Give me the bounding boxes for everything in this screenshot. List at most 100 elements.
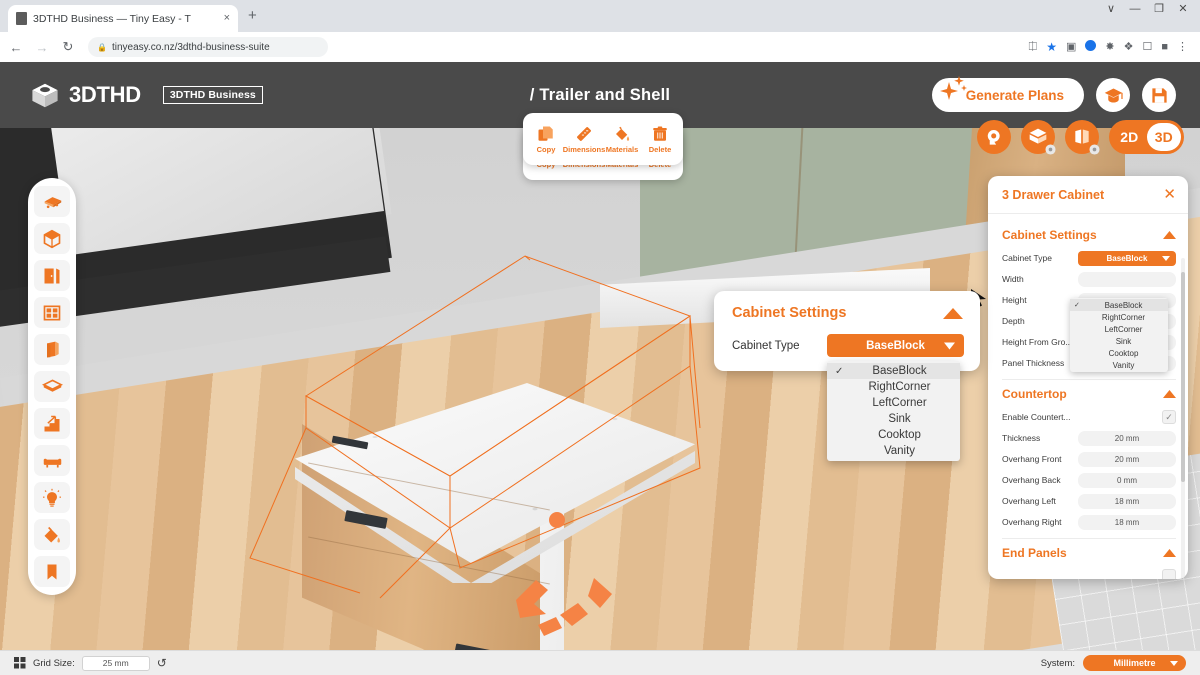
overhang-right-input[interactable]: 18 mm bbox=[1078, 514, 1176, 530]
panel-scrollbar[interactable] bbox=[1181, 258, 1185, 579]
triangle-up-icon[interactable] bbox=[1163, 231, 1176, 239]
field-end-panel-partial bbox=[1002, 566, 1176, 579]
cabinet-type-dropdown[interactable]: BaseBlock bbox=[1078, 250, 1176, 266]
field-label: Depth bbox=[1002, 316, 1025, 326]
sidebar-item-window[interactable] bbox=[34, 297, 70, 328]
sidebar-item-bookmark[interactable] bbox=[34, 556, 70, 587]
option-sink[interactable]: Sink bbox=[827, 411, 960, 427]
reload-button[interactable]: ↻ bbox=[60, 39, 76, 55]
field-thickness: Thickness 20 mm bbox=[1002, 428, 1176, 448]
panel-option-sink[interactable]: Sink bbox=[1070, 335, 1168, 347]
section-end-panels[interactable]: End Panels bbox=[1002, 546, 1176, 560]
browser-tab[interactable]: 3DTHD Business — Tiny Easy - T × bbox=[8, 5, 238, 32]
option-rightcorner[interactable]: RightCorner bbox=[827, 379, 960, 395]
sidebar-item-materials[interactable] bbox=[34, 519, 70, 550]
overhang-left-input[interactable]: 18 mm bbox=[1078, 493, 1176, 509]
sidepanel-icon[interactable]: ☐ bbox=[1142, 41, 1152, 53]
panel-option-vanity[interactable]: Vanity bbox=[1070, 359, 1168, 371]
bookmark-star-icon[interactable]: ★ bbox=[1046, 41, 1057, 53]
cabinet-type-label: Cabinet Type bbox=[732, 339, 800, 352]
section-title: Countertop bbox=[1002, 387, 1067, 401]
panel-option-cooktop[interactable]: Cooktop bbox=[1070, 347, 1168, 359]
check-icon: ✓ bbox=[1074, 302, 1080, 309]
section-countertop[interactable]: Countertop bbox=[1002, 387, 1176, 401]
end-panel-checkbox[interactable] bbox=[1162, 569, 1176, 579]
option-vanity[interactable]: Vanity bbox=[827, 443, 960, 459]
scrollbar-thumb[interactable] bbox=[1181, 272, 1185, 482]
field-label: Cabinet Type bbox=[1002, 253, 1052, 263]
profile-icon[interactable]: ■ bbox=[1161, 41, 1168, 53]
view-mode-3d[interactable]: 3D bbox=[1146, 123, 1181, 151]
dimensions-tool[interactable]: Dimensions bbox=[563, 125, 605, 154]
cabinet-type-row: Cabinet Type BaseBlock bbox=[732, 334, 964, 357]
sidebar-item-stairs[interactable] bbox=[34, 408, 70, 439]
sidebar-item-wall[interactable] bbox=[34, 334, 70, 365]
section-title: End Panels bbox=[1002, 546, 1067, 560]
thickness-input[interactable]: 20 mm bbox=[1078, 430, 1176, 446]
camera-icon[interactable]: ▣ bbox=[1066, 41, 1076, 53]
overhang-back-input[interactable]: 0 mm bbox=[1078, 472, 1176, 488]
panel-option-baseblock[interactable]: ✓ BaseBlock bbox=[1070, 299, 1168, 311]
overhang-front-input[interactable]: 20 mm bbox=[1078, 451, 1176, 467]
unit-system-dropdown[interactable]: Millimetre bbox=[1083, 655, 1186, 671]
tab-close-icon[interactable]: × bbox=[224, 13, 230, 24]
view-mode-2d[interactable]: 2D bbox=[1112, 123, 1147, 151]
grid-size-input[interactable]: 25 mm bbox=[81, 655, 150, 671]
width-input[interactable] bbox=[1078, 271, 1176, 287]
section-view-button[interactable] bbox=[1021, 120, 1056, 155]
measure-tool-button[interactable] bbox=[977, 120, 1011, 154]
view-mode-toggle[interactable]: 2D 3D bbox=[1109, 120, 1184, 154]
field-overhang-back: Overhang Back 0 mm bbox=[1002, 470, 1176, 490]
panel-option-leftcorner[interactable]: LeftCorner bbox=[1070, 323, 1168, 335]
option-leftcorner[interactable]: LeftCorner bbox=[827, 395, 960, 411]
option-cooktop[interactable]: Cooktop bbox=[827, 427, 960, 443]
window-maximize-button[interactable]: ❐ bbox=[1148, 4, 1170, 15]
new-tab-button[interactable]: + bbox=[248, 8, 257, 23]
sidebar-item-lighting[interactable] bbox=[34, 482, 70, 513]
delete-tool[interactable]: Delete bbox=[642, 125, 678, 154]
generate-plans-button[interactable]: Generate Plans bbox=[931, 76, 1084, 112]
paint-bucket-icon bbox=[44, 526, 60, 542]
window-minimize-button[interactable]: — bbox=[1124, 4, 1146, 15]
window-chevron-icon[interactable]: ∨ bbox=[1100, 4, 1122, 15]
materials-tool[interactable]: Materials bbox=[604, 125, 640, 154]
unit-system-controls: System: Millimetre bbox=[1041, 655, 1186, 671]
chevron-down-icon bbox=[944, 342, 955, 349]
window-close-button[interactable]: ✕ bbox=[1172, 4, 1194, 15]
header-actions: Generate Plans bbox=[931, 76, 1176, 112]
copy-tool[interactable]: Copy bbox=[528, 125, 564, 154]
triangle-up-icon[interactable] bbox=[942, 307, 964, 320]
sidebar-item-furniture[interactable] bbox=[34, 445, 70, 476]
panel-option-rightcorner[interactable]: RightCorner bbox=[1070, 311, 1168, 323]
cabinet-type-dropdown[interactable]: BaseBlock bbox=[827, 334, 964, 357]
browser-menu-icon[interactable]: ⋮ bbox=[1177, 41, 1188, 53]
reset-icon[interactable]: ↺ bbox=[157, 657, 167, 669]
cabinet-type-value: BaseBlock bbox=[866, 339, 925, 352]
save-button[interactable] bbox=[1142, 78, 1176, 112]
bookmark-icon bbox=[47, 564, 57, 579]
learn-button[interactable] bbox=[1096, 78, 1130, 112]
sidebar-item-floor[interactable] bbox=[34, 371, 70, 402]
field-enable-countertop: Enable Countert... ✓ bbox=[1002, 407, 1176, 427]
close-icon[interactable]: ✕ bbox=[1163, 187, 1176, 202]
sidebar-item-shell[interactable] bbox=[34, 223, 70, 254]
object-context-toolbar: Copy Dimensions Materials Delete bbox=[523, 113, 683, 165]
share-icon[interactable]: ⎅ bbox=[1028, 41, 1037, 53]
address-bar-url: tinyeasy.co.nz/3dthd-business-suite bbox=[111, 41, 270, 53]
forward-button[interactable]: → bbox=[34, 40, 50, 55]
sidebar-item-trailer[interactable] bbox=[34, 186, 70, 217]
sidebar-item-door[interactable] bbox=[34, 260, 70, 291]
extensions-icon[interactable]: ❖ bbox=[1124, 41, 1134, 53]
triangle-up-icon[interactable] bbox=[1163, 549, 1176, 557]
eyedropper-icon[interactable]: ✸ bbox=[1105, 41, 1114, 53]
enable-countertop-checkbox[interactable]: ✓ bbox=[1162, 410, 1176, 424]
exploded-view-button[interactable] bbox=[1065, 120, 1100, 155]
cabinet-settings-popup: Cabinet Settings Cabinet Type BaseBlock bbox=[714, 291, 980, 371]
address-bar[interactable]: 🔒 tinyeasy.co.nz/3dthd-business-suite bbox=[88, 37, 328, 57]
profile-avatar[interactable] bbox=[1085, 40, 1097, 54]
section-cabinet-settings[interactable]: Cabinet Settings bbox=[1002, 228, 1176, 242]
back-button[interactable]: ← bbox=[8, 40, 24, 55]
delete-tool-label: Delete bbox=[648, 144, 672, 154]
option-baseblock[interactable]: ✓ BaseBlock bbox=[827, 363, 960, 379]
triangle-up-icon[interactable] bbox=[1163, 390, 1176, 398]
